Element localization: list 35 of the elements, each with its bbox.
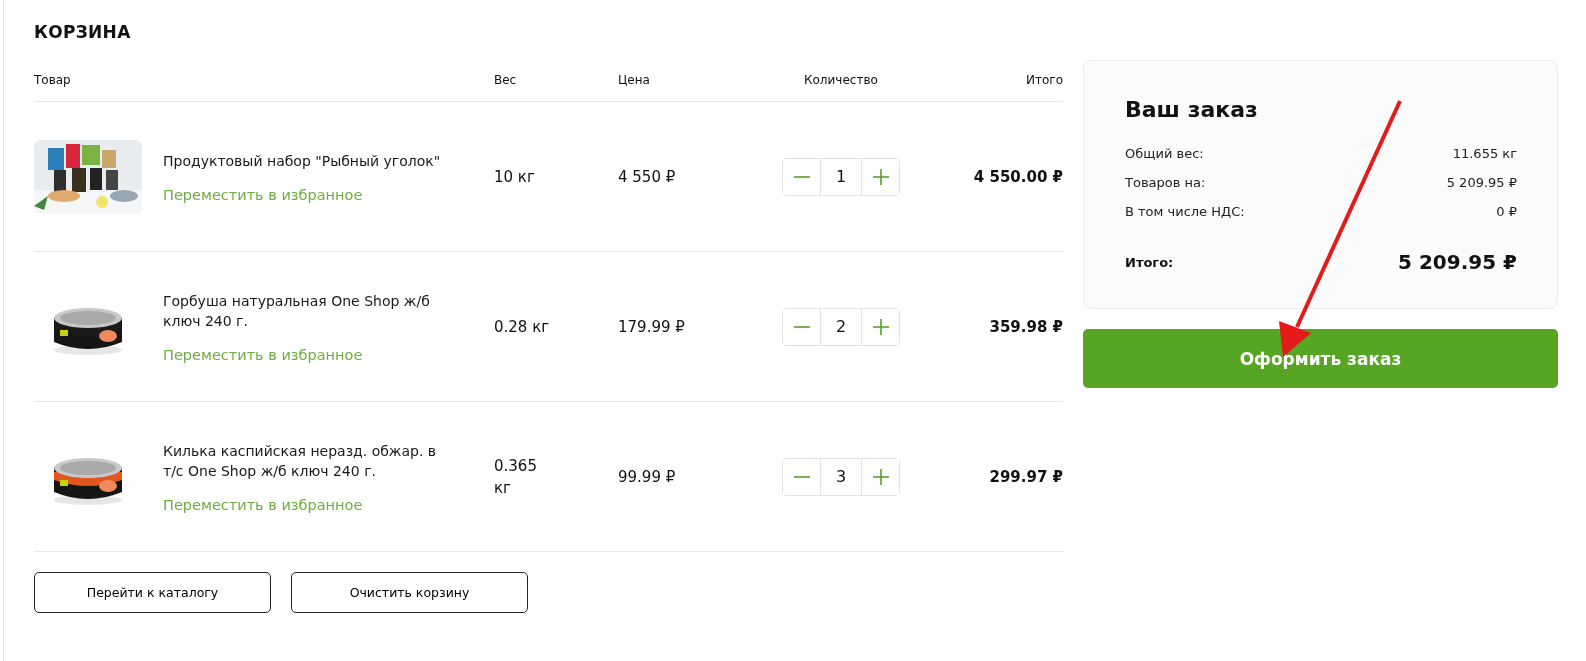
line-total: 299.97 ₽: [989, 467, 1063, 486]
summary-label: Товаров на:: [1125, 175, 1206, 190]
product-price: 4 550 ₽: [618, 167, 677, 186]
product-weight: 10 кг: [494, 166, 536, 188]
cart-action-button[interactable]: Очистить корзину: [291, 572, 528, 613]
summary-value: 11.655 кг: [1452, 146, 1517, 161]
product-name: Килька каспийская неразд. обжар. в т/с One Shop ж/б ключ 240 г.: [163, 441, 438, 481]
product-name: Горбуша натуральная One Shop ж/б ключ 240 г.: [163, 291, 431, 331]
product-price: 179.99 ₽: [618, 317, 686, 336]
column-header: Вес: [494, 73, 518, 87]
minus-icon: [792, 175, 811, 178]
total-value: 5 209.95 ₽: [1398, 250, 1517, 274]
line-total: 359.98 ₽: [989, 317, 1063, 336]
product-name: Продуктовый набор "Рыбный уголок": [163, 151, 442, 171]
minus-icon: [792, 475, 811, 478]
product-weight: 0.365 кг: [494, 455, 538, 499]
line-total: 4 550.00 ₽: [973, 167, 1063, 186]
plus-icon: [871, 167, 890, 186]
summary-value: 5 209.95 ₽: [1446, 175, 1517, 190]
column-header: Количество: [803, 73, 879, 87]
column-header: Цена: [618, 73, 651, 87]
cart-title: КОРЗИНА: [34, 22, 132, 42]
summary-title: Ваш заказ: [1125, 97, 1259, 122]
minus-icon: [792, 325, 811, 328]
total-label: Итого:: [1125, 254, 1174, 270]
summary-label: Общий вес:: [1125, 146, 1204, 161]
column-header: Товар: [34, 73, 72, 87]
cart-action-button[interactable]: Перейти к каталогу: [34, 572, 271, 613]
plus-icon: [871, 317, 890, 336]
summary-label: В том числе НДС:: [1125, 204, 1245, 219]
plus-icon: [871, 467, 890, 486]
summary-value: 0 ₽: [1496, 204, 1517, 219]
product-price: 99.99 ₽: [618, 467, 677, 486]
column-header: Итого: [1026, 73, 1063, 87]
product-weight: 0.28 кг: [494, 316, 551, 338]
